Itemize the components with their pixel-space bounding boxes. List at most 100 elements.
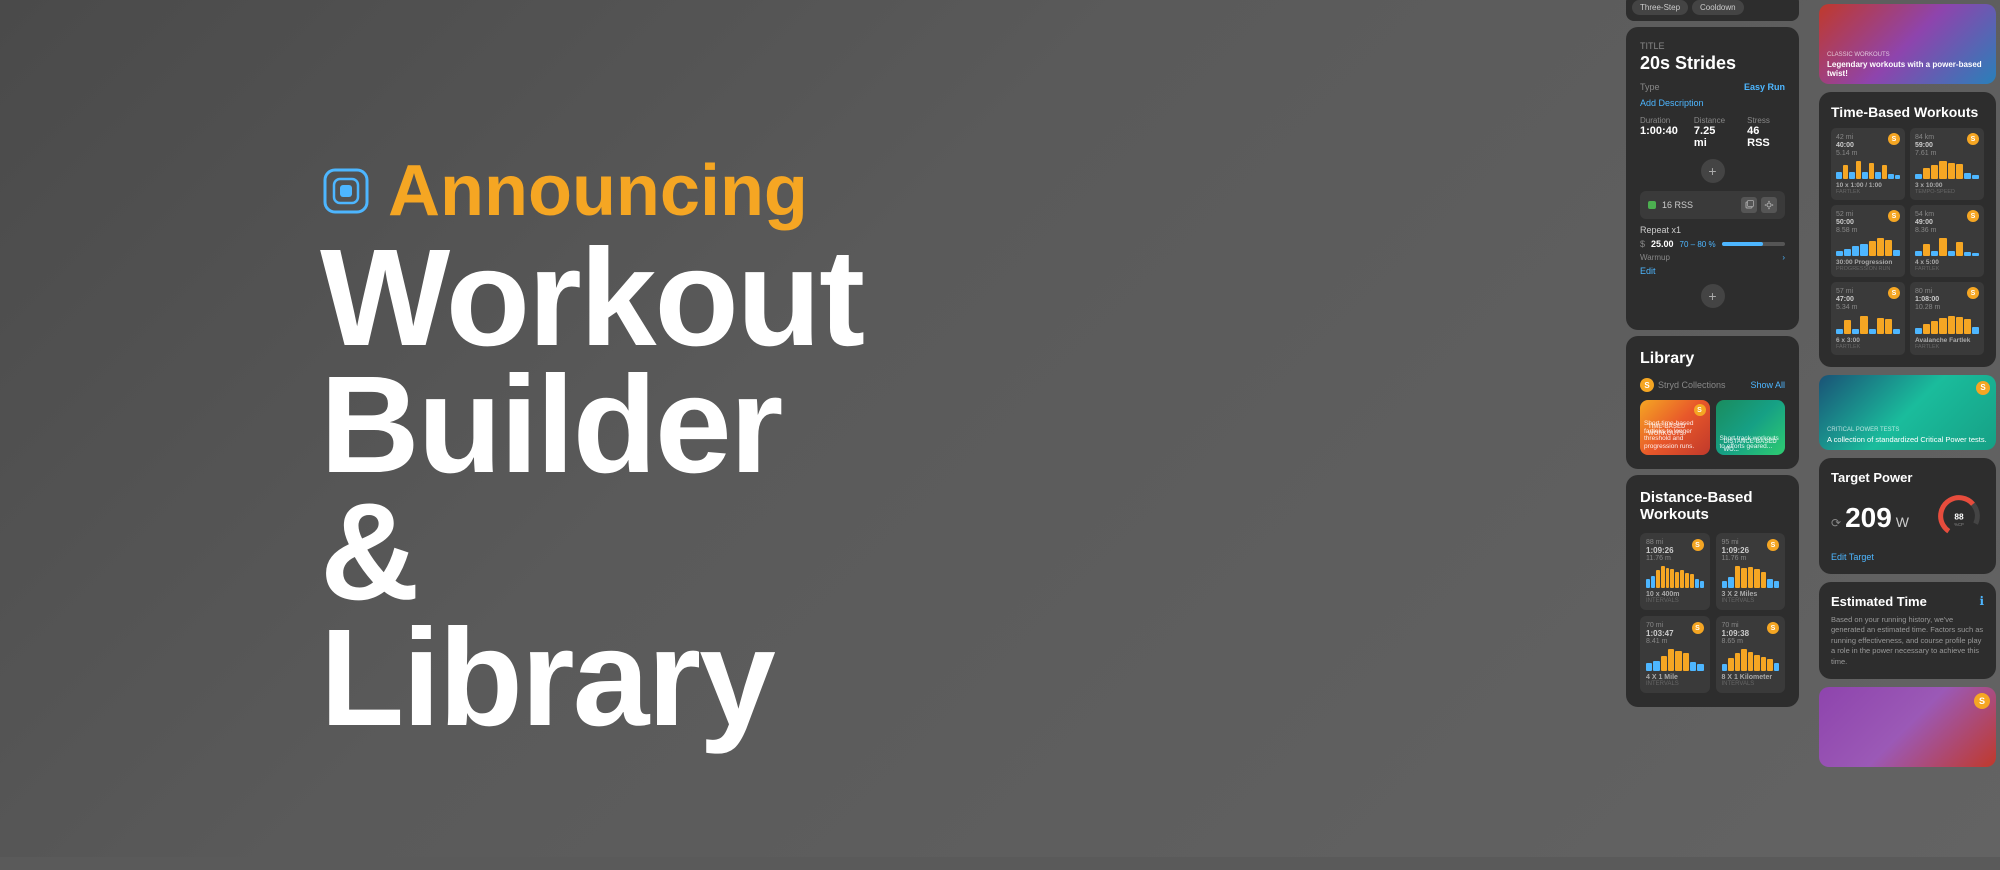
di3-label: 4 X 1 Mile <box>1646 674 1704 681</box>
di4-sublabel: INTERVALS <box>1722 681 1780 687</box>
type-label: Type <box>1640 82 1660 92</box>
distance-item-3[interactable]: 70 mi 1:03:47 8.41 m S 4 X 1 Mil <box>1640 616 1710 693</box>
target-power-card: Target Power ⟳ 209 W 88 %CP Edit Target <box>1819 458 1996 574</box>
classic-tag: CLASSIC WORKOUTS <box>1827 52 1988 58</box>
chip-three-step: Three-Step <box>1632 0 1688 15</box>
svg-text:%CP: %CP <box>1954 522 1964 527</box>
estimated-time-info-icon: ℹ <box>1979 594 1984 608</box>
cp-tests-thumb[interactable]: S CRITICAL POWER TESTS A collection of s… <box>1819 375 1996 450</box>
tb6-stat3: 10.28 m <box>1915 303 1940 312</box>
tb-item-2[interactable]: 84 km 59:00 7.61 m S 3 x 10:00 <box>1910 128 1984 200</box>
distance-item-2[interactable]: 95 mi 1:09:26 11.76 m S <box>1716 533 1786 610</box>
di4-stat1: 70 mi <box>1722 622 1750 629</box>
tb5-badge: S <box>1888 287 1900 299</box>
purple-thumb-badge: S <box>1974 693 1990 709</box>
library-thumbnails: S TIME-BASED WORKOUTS Short time-based f… <box>1640 400 1785 455</box>
di1-chart <box>1646 566 1704 588</box>
tb4-sublabel: FARTLEK <box>1915 266 1979 272</box>
tb6-sublabel: FARTLEK <box>1915 344 1979 350</box>
tb5-stat3: 5.34 m <box>1836 303 1857 312</box>
di4-stat3: 8.65 m <box>1722 638 1750 645</box>
add-step-bottom-button[interactable]: + <box>1701 284 1725 308</box>
add-description-link[interactable]: Add Description <box>1640 98 1785 108</box>
lib-tag-2: DISTANCE-BASED WO... <box>1724 439 1782 453</box>
tb6-stat1: 80 mi <box>1915 287 1940 296</box>
tb3-chart <box>1836 238 1900 256</box>
tb1-stat1: 42 mi <box>1836 133 1857 142</box>
step-rss: 16 RSS <box>1662 200 1735 210</box>
purple-thumb[interactable]: S <box>1819 687 1996 767</box>
type-value: Easy Run <box>1744 82 1785 92</box>
edit-target-link[interactable]: Edit Target <box>1831 552 1984 562</box>
step-color-indicator <box>1648 201 1656 209</box>
step-settings-button[interactable] <box>1761 197 1777 213</box>
stress-value: 46 RSS <box>1747 125 1785 149</box>
warmup-power-label: $ <box>1640 239 1645 249</box>
cp-caption: A collection of standardized Critical Po… <box>1827 435 1988 444</box>
di1-badge: S <box>1692 539 1704 551</box>
distance-title: Distance-Based Workouts <box>1640 489 1785 523</box>
di4-stat2: 1:09:38 <box>1722 629 1750 638</box>
tb6-stat2: 1:08:00 <box>1915 296 1940 303</box>
show-all-link[interactable]: Show All <box>1750 380 1785 390</box>
tb3-badge: S <box>1888 210 1900 222</box>
tb6-label: Avalanche Fartlek <box>1915 337 1979 344</box>
distance-item-4[interactable]: 70 mi 1:09:38 8.65 m S <box>1716 616 1786 693</box>
tb-item-6[interactable]: 80 mi 1:08:00 10.28 m S Avalanch <box>1910 282 1984 354</box>
distance-label: Distance <box>1694 116 1731 125</box>
tb5-sublabel: FARTLEK <box>1836 344 1900 350</box>
add-step-button[interactable]: + <box>1701 159 1725 183</box>
di3-stat3: 8.41 m <box>1646 638 1674 645</box>
tb-item-4[interactable]: 54 km 49:00 8.36 m S 4 x 5:00 <box>1910 205 1984 277</box>
cp-badge: S <box>1976 381 1990 395</box>
estimated-time-description: Based on your running history, we've gen… <box>1831 615 1984 668</box>
tb1-stat3: 5.14 m <box>1836 149 1857 158</box>
tb1-label: 10 x 1:00 / 1:00 <box>1836 182 1900 189</box>
title-line3: & Library <box>320 475 774 756</box>
tb2-badge: S <box>1967 133 1979 145</box>
distance-value: 7.25 mi <box>1694 125 1731 149</box>
title-label: Title <box>1640 41 1785 51</box>
di2-stat3: 11.76 m <box>1722 555 1750 562</box>
target-power-title: Target Power <box>1831 470 1984 485</box>
tb4-stat2: 49:00 <box>1915 219 1936 226</box>
announcing-row: Announcing <box>320 155 900 227</box>
di2-chart <box>1722 566 1780 588</box>
di3-sublabel: INTERVALS <box>1646 681 1704 687</box>
library-thumb-time[interactable]: S TIME-BASED WORKOUTS Short time-based f… <box>1640 400 1710 455</box>
di2-stat2: 1:09:26 <box>1722 546 1750 555</box>
tb3-sublabel: PROGRESSION RUN <box>1836 266 1900 272</box>
lib-thumb-badge-1: S <box>1694 404 1706 416</box>
distance-workouts-card: Distance-Based Workouts 88 mi 1:09:26 11… <box>1626 475 1799 707</box>
estimated-time-card: Estimated Time ℹ Based on your running h… <box>1819 582 1996 680</box>
step-row: 16 RSS <box>1640 191 1785 219</box>
di4-chart <box>1722 649 1780 671</box>
panel-col-mid: Three-Step Cooldown Title 20s Strides Ty… <box>1620 0 1805 870</box>
chip-cooldown: Cooldown <box>1692 0 1744 15</box>
tb4-label: 4 x 5:00 <box>1915 259 1979 266</box>
tb-item-3[interactable]: 52 mi 50:00 8.58 m S 30:00 Progr <box>1831 205 1905 277</box>
di3-stat1: 70 mi <box>1646 622 1674 629</box>
estimated-time-title: Estimated Time <box>1831 594 1927 609</box>
stress-label: Stress <box>1747 116 1785 125</box>
tb-item-1[interactable]: 42 mi 40:00 5.14 m S <box>1831 128 1905 200</box>
di1-stat2: 1:09:26 <box>1646 546 1674 555</box>
di1-stat1: 88 mi <box>1646 539 1674 546</box>
tb2-stat3: 7.61 m <box>1915 149 1936 158</box>
tb1-sublabel: FARTLEK <box>1836 189 1900 195</box>
distance-item-1[interactable]: 88 mi 1:09:26 11.76 m S <box>1640 533 1710 610</box>
step-copy-button[interactable] <box>1741 197 1757 213</box>
di3-badge: S <box>1692 622 1704 634</box>
tb1-chart <box>1836 161 1900 179</box>
tb5-stat1: 57 mi <box>1836 287 1857 296</box>
tb-item-5[interactable]: 57 mi 47:00 5.34 m S 6 x 3:00 <box>1831 282 1905 354</box>
edit-link[interactable]: Edit <box>1640 266 1785 276</box>
tb1-badge: S <box>1888 133 1900 145</box>
library-card: Library S Stryd Collections Show All S T… <box>1626 336 1799 469</box>
library-thumb-distance[interactable]: DISTANCE-BASED WO... Short track workout… <box>1716 400 1786 455</box>
stryd-badge: S <box>1640 378 1654 392</box>
di1-stat3: 11.76 m <box>1646 555 1674 562</box>
main-title: Workout Builder & Library <box>320 235 900 743</box>
tb4-chart <box>1915 238 1979 256</box>
classic-workouts-thumb[interactable]: CLASSIC WORKOUTS Legendary workouts with… <box>1819 4 1996 84</box>
